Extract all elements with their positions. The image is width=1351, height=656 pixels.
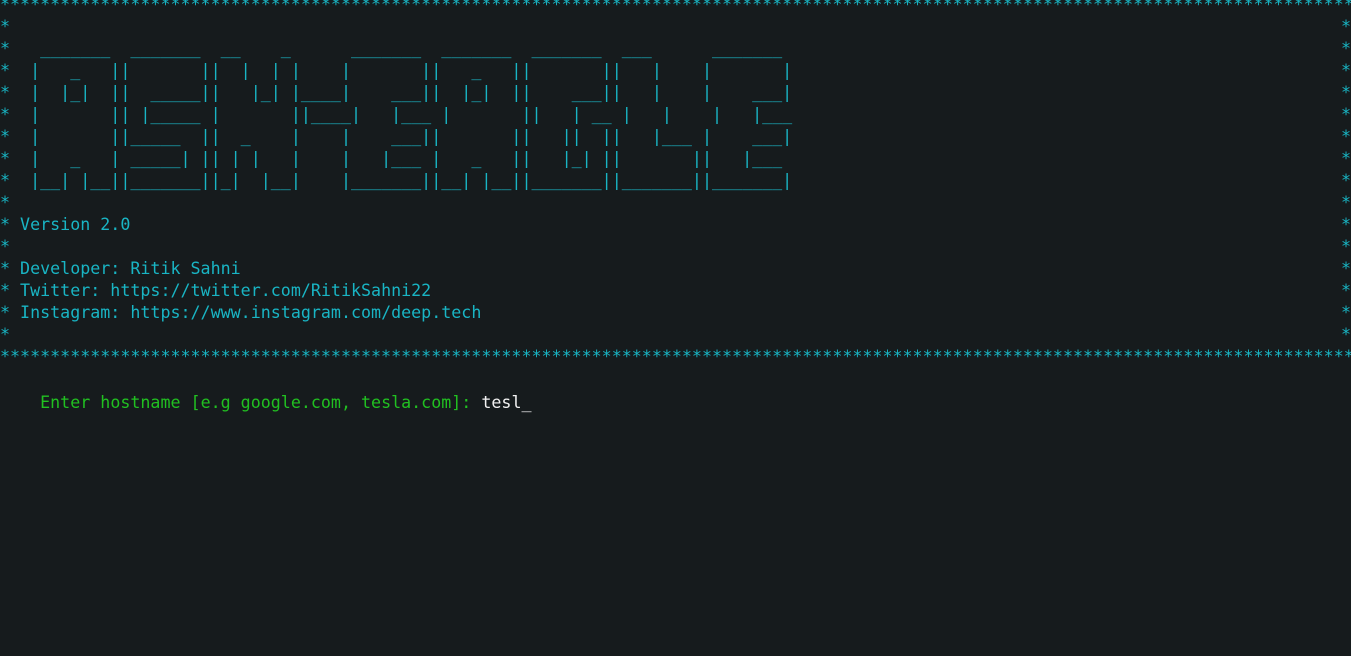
border-right-star: * bbox=[1341, 127, 1351, 146]
banner-line: * * bbox=[0, 16, 1351, 38]
banner-line: * | _ | _____| || | | | | |___ | _ || |_… bbox=[0, 148, 1351, 170]
border-right-star: * bbox=[1341, 303, 1351, 322]
hostname-input[interactable]: tesl bbox=[481, 393, 521, 412]
banner-text: Developer: Ritik Sahni bbox=[10, 259, 241, 278]
banner-line: * | |_| || _____|| |_| |____| ___|| |_| … bbox=[0, 82, 1351, 104]
border-left-star: * bbox=[0, 193, 11, 212]
border-right-star: * bbox=[1341, 83, 1351, 102]
prompt-label: Enter hostname [e.g google.com, tesla.co… bbox=[40, 393, 482, 412]
border-left-star: * bbox=[0, 83, 11, 102]
banner-line: * Developer: Ritik Sahni * bbox=[0, 258, 1351, 280]
border-right-star: * bbox=[1341, 237, 1351, 256]
border-right-star: * bbox=[1341, 17, 1351, 36]
border-right-star: * bbox=[1341, 171, 1351, 190]
banner-line: * | ||_____ || _ | | ___|| || || || |___… bbox=[0, 126, 1351, 148]
banner-text: | || |_____ | ||____| |___ | || | __ | |… bbox=[10, 105, 793, 124]
banner-line: * Twitter: https://twitter.com/RitikSahn… bbox=[0, 280, 1351, 302]
text-cursor: _ bbox=[521, 393, 532, 412]
border-left-star: * bbox=[0, 127, 11, 146]
terminal-window[interactable]: ****************************************… bbox=[0, 0, 1351, 656]
border-right-star: * bbox=[1341, 61, 1351, 80]
banner-line: * Instagram: https://www.instagram.com/d… bbox=[0, 302, 1351, 324]
border-left-star: * bbox=[0, 171, 11, 190]
border-top: ****************************************… bbox=[0, 0, 1351, 14]
border-left-star: * bbox=[0, 61, 11, 80]
banner-text: | |_| || _____|| |_| |____| ___|| |_| ||… bbox=[10, 83, 793, 102]
banner-text: Version 2.0 bbox=[10, 215, 131, 234]
banner-line: * | || |_____ | ||____| |___ | || | __ |… bbox=[0, 104, 1351, 126]
border-left-star: * bbox=[0, 149, 11, 168]
border-right-star: * bbox=[1341, 105, 1351, 124]
border-bottom: ****************************************… bbox=[0, 347, 1351, 366]
border-left-star: * bbox=[0, 303, 11, 322]
border-left-star: * bbox=[0, 105, 11, 124]
border-right-star: * bbox=[1341, 281, 1351, 300]
border-left-star: * bbox=[0, 259, 11, 278]
banner-text: Instagram: https://www.instagram.com/dee… bbox=[10, 303, 482, 322]
border-right-star: * bbox=[1341, 215, 1351, 234]
banner-line: * _______ _______ __ _ _______ _______ _… bbox=[0, 38, 1351, 60]
banner-line: * Version 2.0 * bbox=[0, 214, 1351, 236]
banner-text: | ||_____ || _ | | ___|| || || || |___ |… bbox=[10, 127, 793, 146]
banner-line: * * bbox=[0, 192, 1351, 214]
banner-text: _______ _______ __ _ _______ _______ ___… bbox=[10, 39, 783, 58]
banner-line: * * bbox=[0, 324, 1351, 346]
banner-text: |__| |__||_______||_| |__| |_______||__|… bbox=[10, 171, 793, 190]
banner-line: * * bbox=[0, 236, 1351, 258]
border-left-star: * bbox=[0, 39, 11, 58]
border-left-star: * bbox=[0, 237, 11, 256]
border-left-star: * bbox=[0, 215, 11, 234]
banner-text: Twitter: https://twitter.com/RitikSahni2… bbox=[10, 281, 432, 300]
border-right-star: * bbox=[1341, 325, 1351, 344]
border-left-star: * bbox=[0, 17, 11, 36]
border-right-star: * bbox=[1341, 149, 1351, 168]
border-right-star: * bbox=[1341, 193, 1351, 212]
hostname-prompt[interactable]: Enter hostname [e.g google.com, tesla.co… bbox=[0, 370, 531, 412]
border-right-star: * bbox=[1341, 39, 1351, 58]
banner-line: * |__| |__||_______||_| |__| |_______||_… bbox=[0, 170, 1351, 192]
banner-text: | _ | _____| || | | | | |___ | _ || |_| … bbox=[10, 149, 783, 168]
banner-text: | _ || || | | | | || _ || || | | | bbox=[10, 61, 793, 80]
border-left-star: * bbox=[0, 325, 11, 344]
banner-line: * | _ || || | | | | || _ || || | | | * bbox=[0, 60, 1351, 82]
border-right-star: * bbox=[1341, 259, 1351, 278]
border-left-star: * bbox=[0, 281, 11, 300]
